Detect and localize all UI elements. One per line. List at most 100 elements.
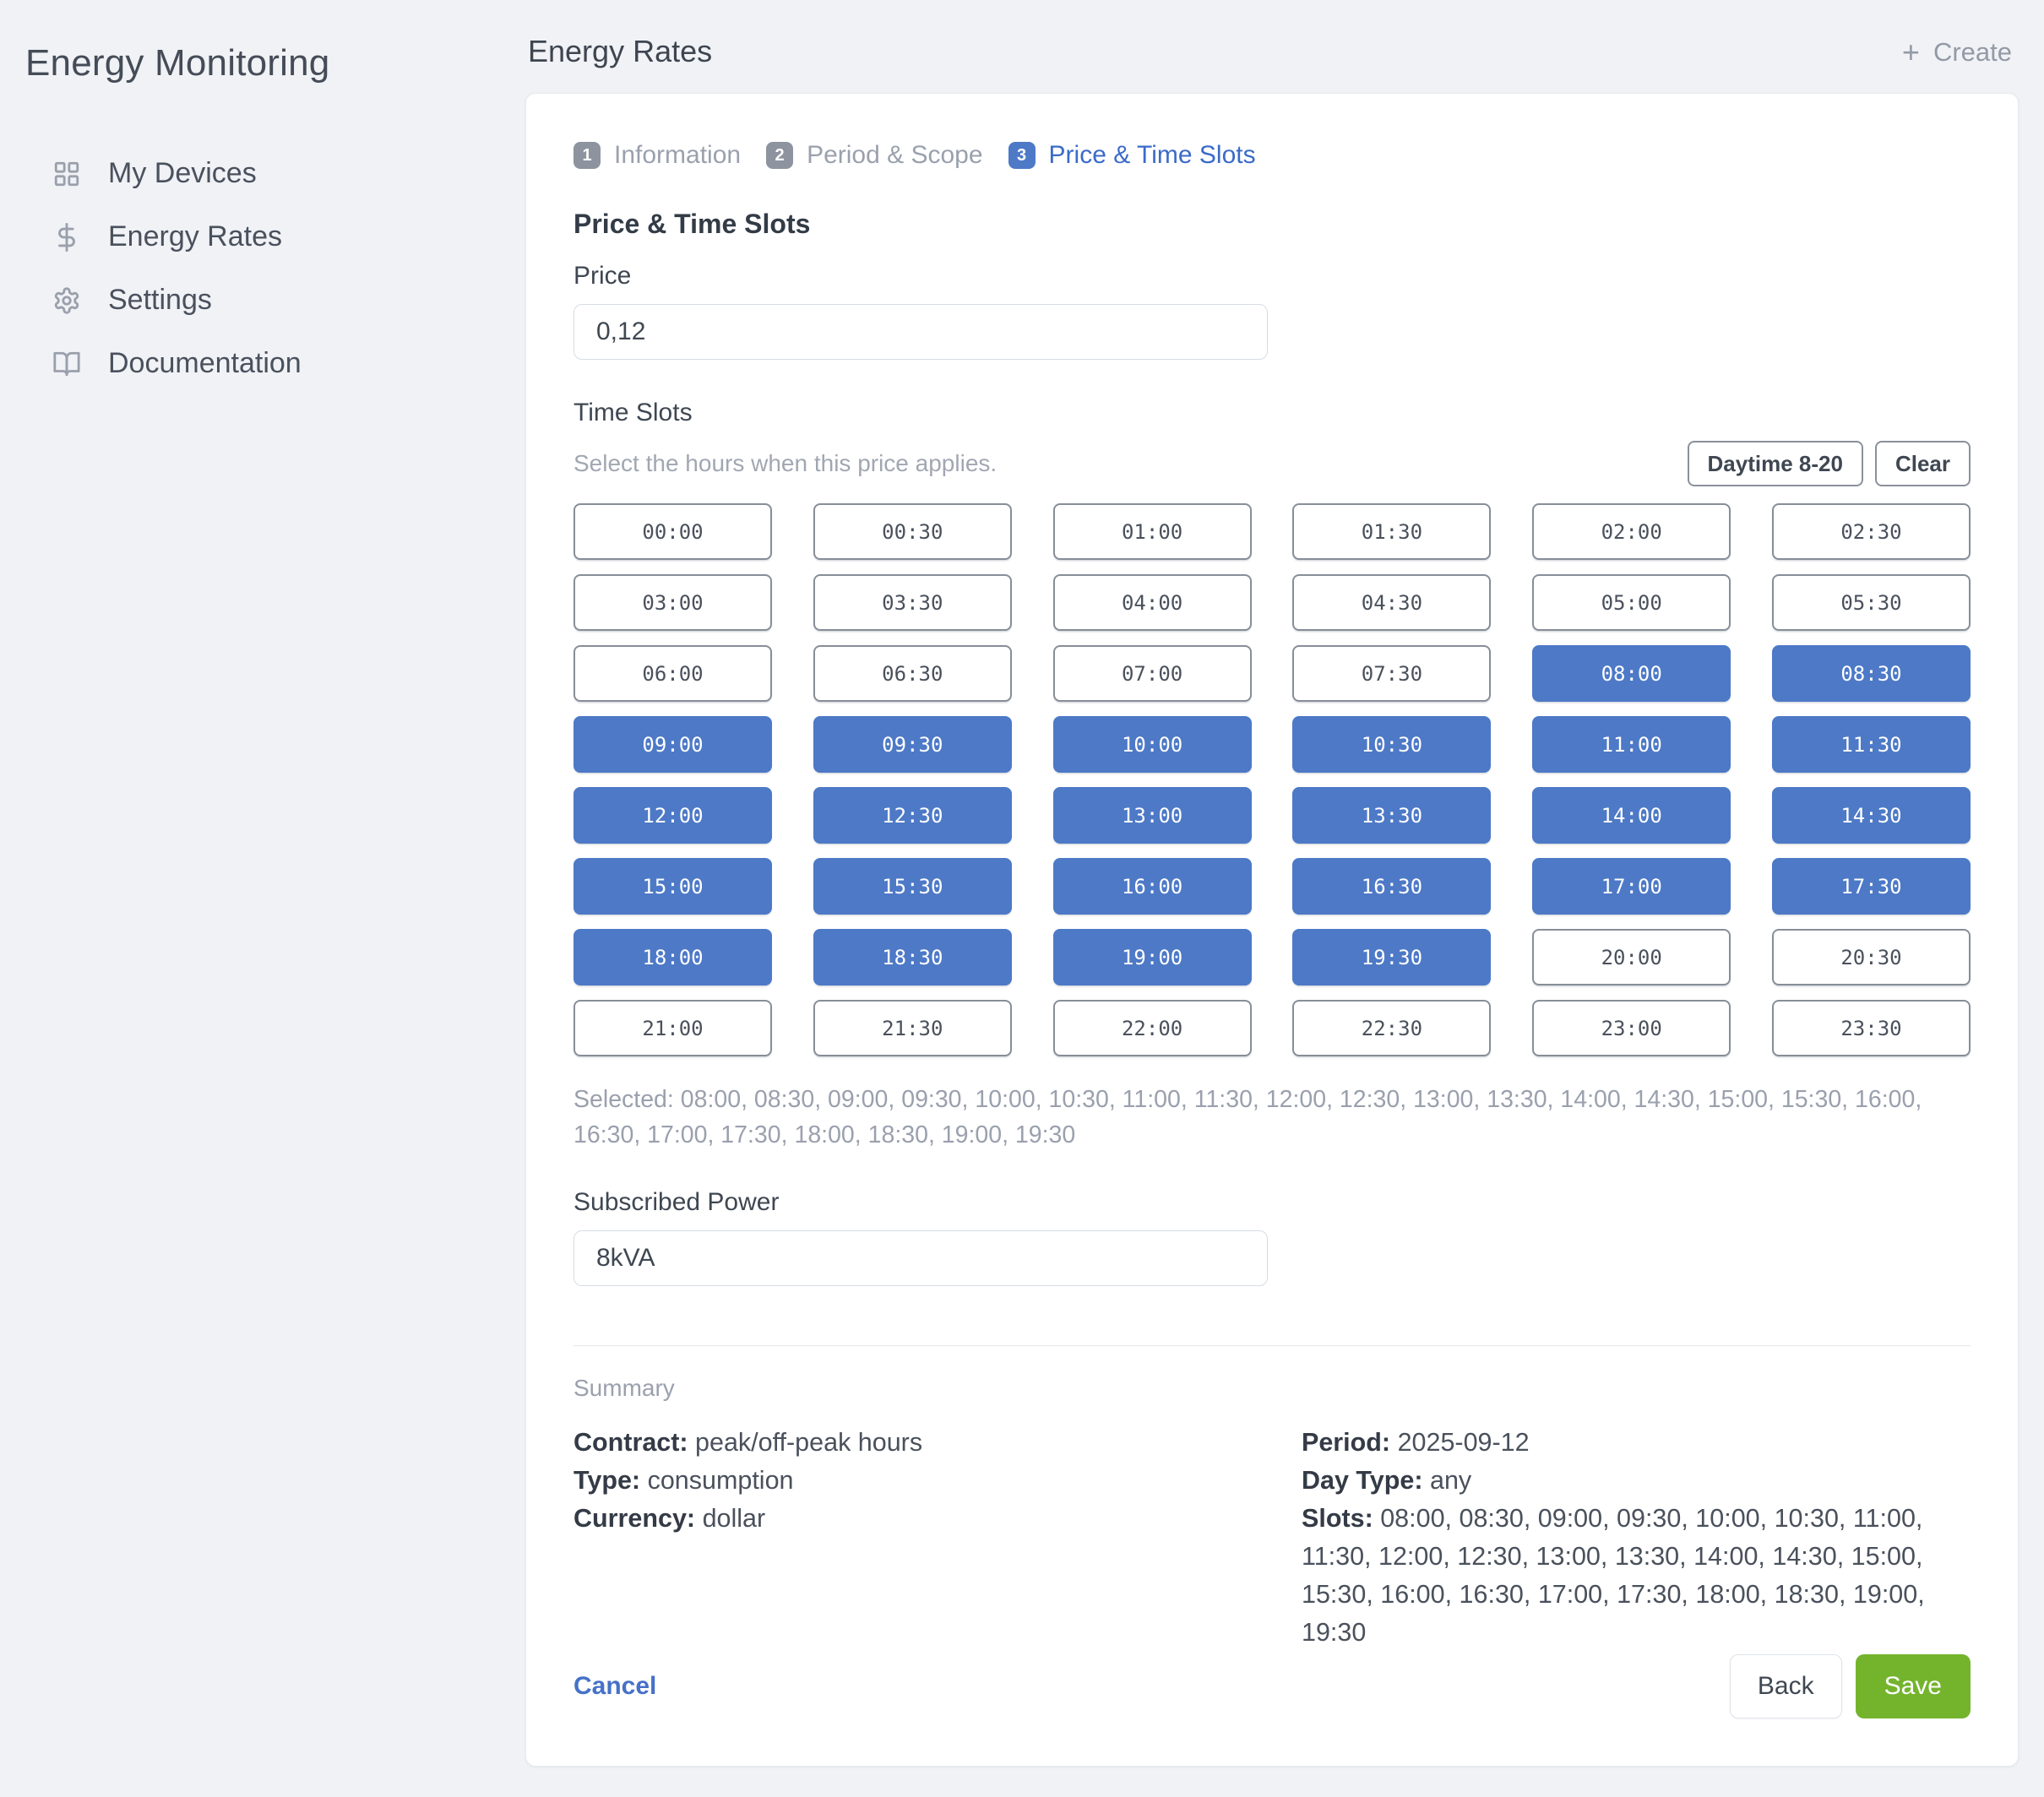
energy-rate-form-card: 1 Information 2 Period & Scope 3 Price &…: [525, 93, 2019, 1767]
time-slot-button[interactable]: 03:30: [813, 574, 1012, 631]
time-slot-button[interactable]: 11:00: [1532, 716, 1731, 773]
time-slot-button[interactable]: 13:30: [1292, 787, 1491, 844]
step-label: Price & Time Slots: [1049, 141, 1256, 170]
time-slot-button[interactable]: 07:30: [1292, 645, 1491, 702]
price-label: Price: [574, 262, 1971, 290]
time-slot-button[interactable]: 10:30: [1292, 716, 1491, 773]
form-footer: Cancel Back Save: [574, 1654, 1971, 1718]
summary-title: Summary: [574, 1375, 1971, 1402]
summary-row: Contract: peak/off-peak hours: [574, 1424, 1302, 1462]
time-slots-label: Time Slots: [574, 399, 1971, 427]
time-slot-button[interactable]: 01:30: [1292, 503, 1491, 560]
time-slot-button[interactable]: 11:30: [1772, 716, 1971, 773]
time-slot-button[interactable]: 12:00: [574, 787, 772, 844]
summary-right-column: Period: 2025-09-12 Day Type: any Slots: …: [1302, 1424, 1971, 1652]
step-number-badge: 2: [766, 142, 793, 169]
time-slot-button[interactable]: 08:00: [1532, 645, 1731, 702]
time-slot-button[interactable]: 16:00: [1053, 858, 1252, 915]
time-slot-button[interactable]: 05:00: [1532, 574, 1731, 631]
book-icon: [52, 350, 81, 378]
daytime-preset-button[interactable]: Daytime 8-20: [1688, 441, 1863, 486]
wizard-step-3[interactable]: 3 Price & Time Slots: [1008, 141, 1256, 170]
time-slot-button[interactable]: 06:00: [574, 645, 772, 702]
summary-left-column: Contract: peak/off-peak hours Type: cons…: [574, 1424, 1302, 1538]
back-button[interactable]: Back: [1730, 1654, 1842, 1718]
time-slot-button[interactable]: 12:30: [813, 787, 1012, 844]
time-slot-grid: 00:00 00:30 01:00 01:30 02:00 02:30 03:0…: [574, 503, 1971, 1056]
sidebar-item-my-devices[interactable]: My Devices: [52, 142, 481, 205]
wizard-step-1[interactable]: 1 Information: [574, 141, 741, 170]
sidebar-item-documentation[interactable]: Documentation: [52, 332, 481, 395]
summary: Contract: peak/off-peak hours Type: cons…: [574, 1424, 1971, 1652]
step-label: Period & Scope: [807, 141, 982, 170]
time-slot-button[interactable]: 04:00: [1053, 574, 1252, 631]
step-number-badge: 1: [574, 142, 601, 169]
cancel-link[interactable]: Cancel: [574, 1672, 656, 1701]
summary-row: Slots: 08:00, 08:30, 09:00, 09:30, 10:00…: [1302, 1500, 1971, 1652]
time-slot-button[interactable]: 15:00: [574, 858, 772, 915]
time-slot-button[interactable]: 16:30: [1292, 858, 1491, 915]
summary-row: Currency: dollar: [574, 1500, 1302, 1538]
wizard-step-2[interactable]: 2 Period & Scope: [766, 141, 982, 170]
app-title: Energy Monitoring: [25, 42, 329, 84]
time-slot-button[interactable]: 23:30: [1772, 1000, 1971, 1056]
plus-icon: +: [1902, 37, 1920, 68]
time-slot-button[interactable]: 09:00: [574, 716, 772, 773]
summary-row: Period: 2025-09-12: [1302, 1424, 1971, 1462]
time-slot-button[interactable]: 22:30: [1292, 1000, 1491, 1056]
dollar-icon: [52, 223, 81, 252]
time-slot-button[interactable]: 02:00: [1532, 503, 1731, 560]
time-slot-button[interactable]: 14:30: [1772, 787, 1971, 844]
sidebar-item-energy-rates[interactable]: Energy Rates: [52, 205, 481, 269]
selected-slots-text: Selected: 08:00, 08:30, 09:00, 09:30, 10…: [574, 1082, 1971, 1153]
time-slot-button[interactable]: 18:00: [574, 929, 772, 985]
section-title: Price & Time Slots: [574, 209, 1971, 240]
sidebar: Energy Monitoring My Devices Energy Rate…: [0, 0, 507, 1797]
time-slot-button[interactable]: 21:00: [574, 1000, 772, 1056]
time-slot-button[interactable]: 19:30: [1292, 929, 1491, 985]
time-slot-button[interactable]: 02:30: [1772, 503, 1971, 560]
summary-row: Day Type: any: [1302, 1462, 1971, 1500]
time-slot-button[interactable]: 03:00: [574, 574, 772, 631]
time-slot-button[interactable]: 06:30: [813, 645, 1012, 702]
create-button[interactable]: + Create: [1902, 37, 2012, 68]
sidebar-item-settings[interactable]: Settings: [52, 269, 481, 332]
time-slot-button[interactable]: 14:00: [1532, 787, 1731, 844]
summary-divider: [574, 1345, 1971, 1346]
time-slot-button[interactable]: 19:00: [1053, 929, 1252, 985]
time-slot-button[interactable]: 15:30: [813, 858, 1012, 915]
time-slot-button[interactable]: 09:30: [813, 716, 1012, 773]
price-input[interactable]: [574, 304, 1268, 360]
page-title: Energy Rates: [528, 34, 712, 69]
time-slot-button[interactable]: 20:30: [1772, 929, 1971, 985]
gear-icon: [52, 286, 81, 315]
time-slot-button[interactable]: 00:00: [574, 503, 772, 560]
time-slot-button[interactable]: 18:30: [813, 929, 1012, 985]
save-button[interactable]: Save: [1856, 1654, 1971, 1718]
time-slot-button[interactable]: 08:30: [1772, 645, 1971, 702]
time-slot-button[interactable]: 22:00: [1053, 1000, 1252, 1056]
time-slot-button[interactable]: 04:30: [1292, 574, 1491, 631]
time-slot-button[interactable]: 01:00: [1053, 503, 1252, 560]
step-label: Information: [614, 141, 741, 170]
time-slots-toolbar: Select the hours when this price applies…: [574, 441, 1971, 486]
time-slot-button[interactable]: 21:30: [813, 1000, 1012, 1056]
wizard-steps: 1 Information 2 Period & Scope 3 Price &…: [574, 141, 1971, 170]
create-button-label: Create: [1933, 37, 2012, 68]
subscribed-power-label: Subscribed Power: [574, 1188, 1971, 1217]
time-slot-button[interactable]: 00:30: [813, 503, 1012, 560]
time-slot-button[interactable]: 17:00: [1532, 858, 1731, 915]
time-slot-button[interactable]: 07:00: [1053, 645, 1252, 702]
time-slots-hint: Select the hours when this price applies…: [574, 450, 997, 477]
grid-icon: [52, 160, 81, 188]
step-number-badge: 3: [1008, 142, 1036, 169]
subscribed-power-input[interactable]: [574, 1230, 1268, 1286]
summary-row: Type: consumption: [574, 1462, 1302, 1500]
time-slot-button[interactable]: 05:30: [1772, 574, 1971, 631]
time-slot-button[interactable]: 13:00: [1053, 787, 1252, 844]
time-slot-button[interactable]: 10:00: [1053, 716, 1252, 773]
clear-slots-button[interactable]: Clear: [1875, 441, 1971, 486]
time-slot-button[interactable]: 23:00: [1532, 1000, 1731, 1056]
time-slot-button[interactable]: 20:00: [1532, 929, 1731, 985]
time-slot-button[interactable]: 17:30: [1772, 858, 1971, 915]
